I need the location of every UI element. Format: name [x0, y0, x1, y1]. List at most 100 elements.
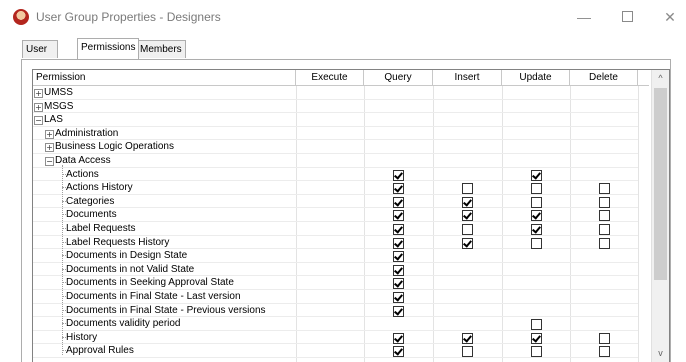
permission-label: Documents validity period [66, 318, 181, 330]
grid-header: Permission Execute Query Insert Update D… [33, 70, 649, 86]
permission-checkbox[interactable] [393, 346, 404, 358]
table-row[interactable]: Documents in not Valid State [33, 263, 638, 277]
permission-checkbox[interactable] [599, 224, 610, 235]
permission-checkbox[interactable] [599, 346, 610, 358]
permission-checkbox[interactable] [462, 224, 473, 235]
tab-user-group[interactable]: User Group [22, 40, 58, 72]
permission-checkbox[interactable] [393, 292, 404, 303]
permission-checkbox[interactable] [531, 332, 542, 344]
table-row[interactable]: History [33, 331, 638, 345]
column-header-update[interactable]: Update [502, 70, 570, 85]
permission-label: Approval Rules [66, 345, 134, 357]
app-icon [13, 9, 29, 25]
permission-checkbox[interactable] [462, 346, 473, 358]
permission-checkbox[interactable] [393, 169, 404, 181]
permission-label: LAS [44, 114, 63, 126]
permission-label: UMSS [44, 87, 73, 98]
permission-checkbox[interactable] [393, 264, 404, 276]
permission-checkbox[interactable] [599, 332, 610, 344]
permission-checkbox[interactable] [531, 196, 542, 208]
permission-checkbox[interactable] [531, 346, 542, 358]
table-row[interactable]: Documents in Design State [33, 249, 638, 263]
permission-checkbox[interactable] [462, 210, 473, 222]
permission-checkbox[interactable] [393, 332, 404, 344]
permission-checkbox[interactable] [531, 183, 542, 195]
table-row[interactable]: Documents [33, 208, 638, 222]
minimize-button[interactable]: — [572, 6, 596, 28]
permission-label: Documents in Seeking Approval State [66, 277, 234, 289]
maximize-icon [621, 11, 633, 22]
permission-checkbox[interactable] [531, 319, 542, 331]
permission-label: Documents in Final State - Previous vers… [66, 304, 266, 316]
permission-checkbox[interactable] [599, 183, 610, 195]
permission-label: Business Logic Operations [55, 141, 174, 153]
table-row[interactable]: Actions [33, 168, 638, 182]
permission-checkbox[interactable] [531, 169, 542, 181]
permission-checkbox[interactable] [599, 210, 610, 222]
table-row[interactable]: + MSGS [33, 100, 638, 114]
table-row[interactable]: − Data Access [33, 154, 638, 168]
permission-label: Actions History [66, 182, 133, 194]
permission-checkbox[interactable] [462, 183, 473, 195]
scroll-down-icon[interactable]: v [652, 345, 669, 362]
column-header-permission[interactable]: Permission [33, 70, 296, 85]
table-row[interactable]: Approval Rules [33, 344, 638, 358]
collapse-icon[interactable]: − [45, 157, 54, 166]
table-row[interactable]: + Administration [33, 127, 638, 141]
table-row[interactable]: Categories [33, 195, 638, 209]
permission-checkbox[interactable] [599, 196, 610, 208]
permission-checkbox[interactable] [462, 237, 473, 249]
table-row[interactable]: Label Requests [33, 222, 638, 236]
permission-label: History [66, 331, 98, 343]
permission-checkbox[interactable] [531, 237, 542, 249]
expand-icon[interactable]: + [45, 143, 54, 153]
table-row[interactable]: Label Requests History [33, 236, 638, 250]
expand-icon[interactable]: + [45, 129, 54, 139]
permissions-grid: Permission Execute Query Insert Update D… [32, 69, 670, 362]
permission-label: Label Requests [66, 223, 136, 234]
scroll-up-icon[interactable]: ^ [652, 70, 669, 87]
permission-checkbox[interactable] [599, 237, 610, 249]
table-row[interactable]: Documents in Final State - Previous vers… [33, 304, 638, 318]
permission-label: Actions [66, 168, 99, 180]
table-row[interactable]: Actions History [33, 181, 638, 195]
permission-checkbox[interactable] [393, 196, 404, 208]
window-title: User Group Properties - Designers [36, 10, 221, 24]
column-header-query[interactable]: Query [364, 70, 433, 85]
table-row[interactable]: − LAS [33, 113, 638, 127]
permission-label: Documents in not Valid State [66, 263, 195, 275]
permission-checkbox[interactable] [462, 196, 473, 208]
permission-checkbox[interactable] [393, 183, 404, 195]
permission-checkbox[interactable] [393, 251, 404, 263]
collapse-icon[interactable]: − [34, 116, 43, 126]
permission-label: Label Requests History [66, 236, 170, 248]
vertical-scrollbar[interactable]: ^ v [651, 70, 669, 362]
table-row[interactable]: + Business Logic Operations [33, 140, 638, 154]
expand-icon[interactable]: + [34, 89, 43, 98]
tab-permissions[interactable]: Permissions [77, 38, 140, 59]
permission-checkbox[interactable] [393, 210, 404, 222]
scrollbar-thumb[interactable] [654, 88, 667, 280]
tab-members[interactable]: Members [136, 40, 186, 58]
column-header-delete[interactable]: Delete [570, 70, 638, 85]
permission-checkbox[interactable] [462, 332, 473, 344]
permission-label: Documents in Final State - Last version [66, 291, 241, 302]
column-divider [638, 86, 639, 362]
column-header-insert[interactable]: Insert [433, 70, 502, 85]
permission-checkbox[interactable] [393, 305, 404, 317]
permission-checkbox[interactable] [393, 237, 404, 249]
table-row[interactable]: Documents in Seeking Approval State [33, 276, 638, 290]
table-row[interactable]: Documents in Final State - Last version [33, 290, 638, 304]
table-row[interactable]: Documents validity period [33, 317, 638, 331]
expand-icon[interactable]: + [34, 102, 43, 112]
permission-label: Administration [55, 127, 119, 139]
permission-label: Documents [66, 209, 117, 221]
close-button[interactable]: ✕ [658, 6, 682, 28]
permission-checkbox[interactable] [531, 224, 542, 235]
permission-checkbox[interactable] [393, 224, 404, 235]
column-header-execute[interactable]: Execute [296, 70, 364, 85]
permission-checkbox[interactable] [531, 210, 542, 222]
maximize-button[interactable] [615, 6, 639, 28]
permission-checkbox[interactable] [393, 278, 404, 290]
table-row[interactable]: + UMSS [33, 86, 638, 100]
